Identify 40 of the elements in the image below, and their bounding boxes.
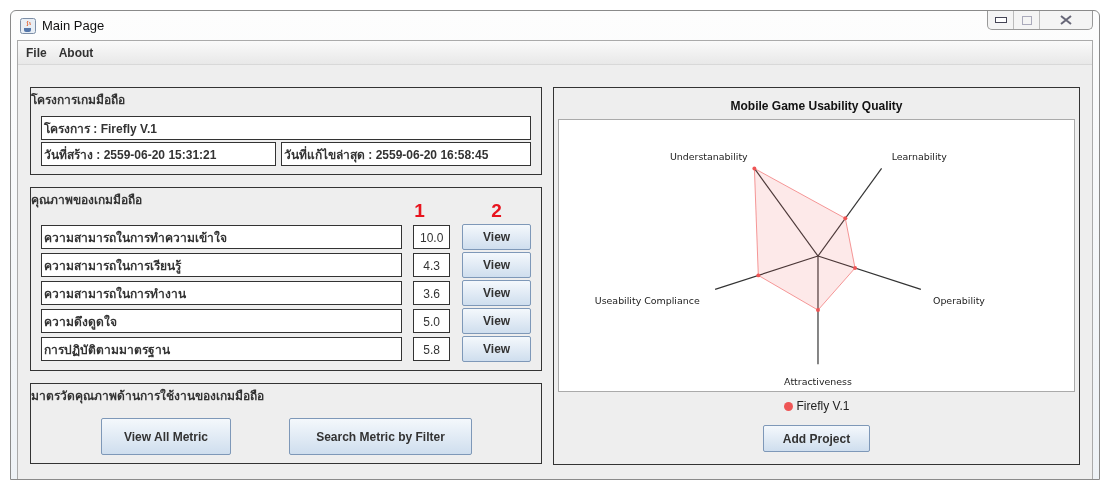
score-field: 4.3: [413, 253, 451, 277]
chart-title: Mobile Game Usability Quality: [730, 99, 903, 113]
quality-name-field: ความดึงดูดใจ: [41, 309, 403, 333]
view-button[interactable]: View: [462, 308, 531, 334]
view-button[interactable]: View: [462, 280, 531, 306]
created-field: วันที่สร้าง : 2559-06-20 15:31:21: [41, 142, 276, 166]
axis-label: Useability Compliance: [594, 294, 700, 306]
close-icon: [1060, 15, 1072, 25]
score-field: 3.6: [413, 281, 451, 305]
quality-name-field: ความสามารถในการทำความเข้าใจ: [41, 225, 403, 249]
score-field: 5.8: [413, 337, 451, 361]
search-button[interactable]: Search Metric by Filter: [289, 418, 472, 455]
quality-name-field: การปฏิบัติตามมาตรฐาน: [41, 337, 403, 361]
quality-name-field: ความสามารถในการทำงาน: [41, 281, 403, 305]
score-field: 10.0: [413, 225, 451, 249]
view-all-button[interactable]: View All Metric: [101, 418, 231, 455]
quality-name-field: ความสามารถในการเรียนรู้: [41, 253, 403, 277]
panel-title: มาตรวัดคุณภาพด้านการใช้งานของเกมมือถือ: [31, 387, 265, 406]
view-button[interactable]: View: [462, 252, 531, 278]
column-marker: 2: [490, 200, 503, 222]
menu-item[interactable]: File: [22, 43, 51, 62]
axis-label: Understanability: [669, 150, 748, 162]
axis-label: Attractiveness: [784, 376, 852, 388]
window-title: Main Page: [42, 18, 105, 33]
maximize-icon: [1021, 15, 1032, 25]
panel-title: คุณภาพของเกมมือถือ: [31, 192, 143, 209]
project-field: โครงการ : Firefly V.1: [41, 116, 531, 140]
panel-title: โครงการเกมมือถือ: [31, 92, 126, 109]
coffee-cup-icon: [20, 17, 36, 34]
view-button[interactable]: View: [462, 336, 531, 362]
axis-label: Learnability: [891, 150, 947, 162]
column-marker: 1: [413, 200, 426, 222]
modified-field: วันที่แก้ไขล่าสุด : 2559-06-20 16:58:45: [281, 142, 531, 166]
score-field: 5.0: [413, 309, 451, 333]
add-project-button[interactable]: Add Project: [763, 425, 870, 452]
view-button[interactable]: View: [462, 224, 531, 250]
axis-label: Operability: [932, 294, 985, 306]
legend-label: Firefly V.1: [796, 399, 850, 413]
menu-item[interactable]: About: [54, 43, 98, 62]
minimize-icon: [994, 17, 1007, 23]
